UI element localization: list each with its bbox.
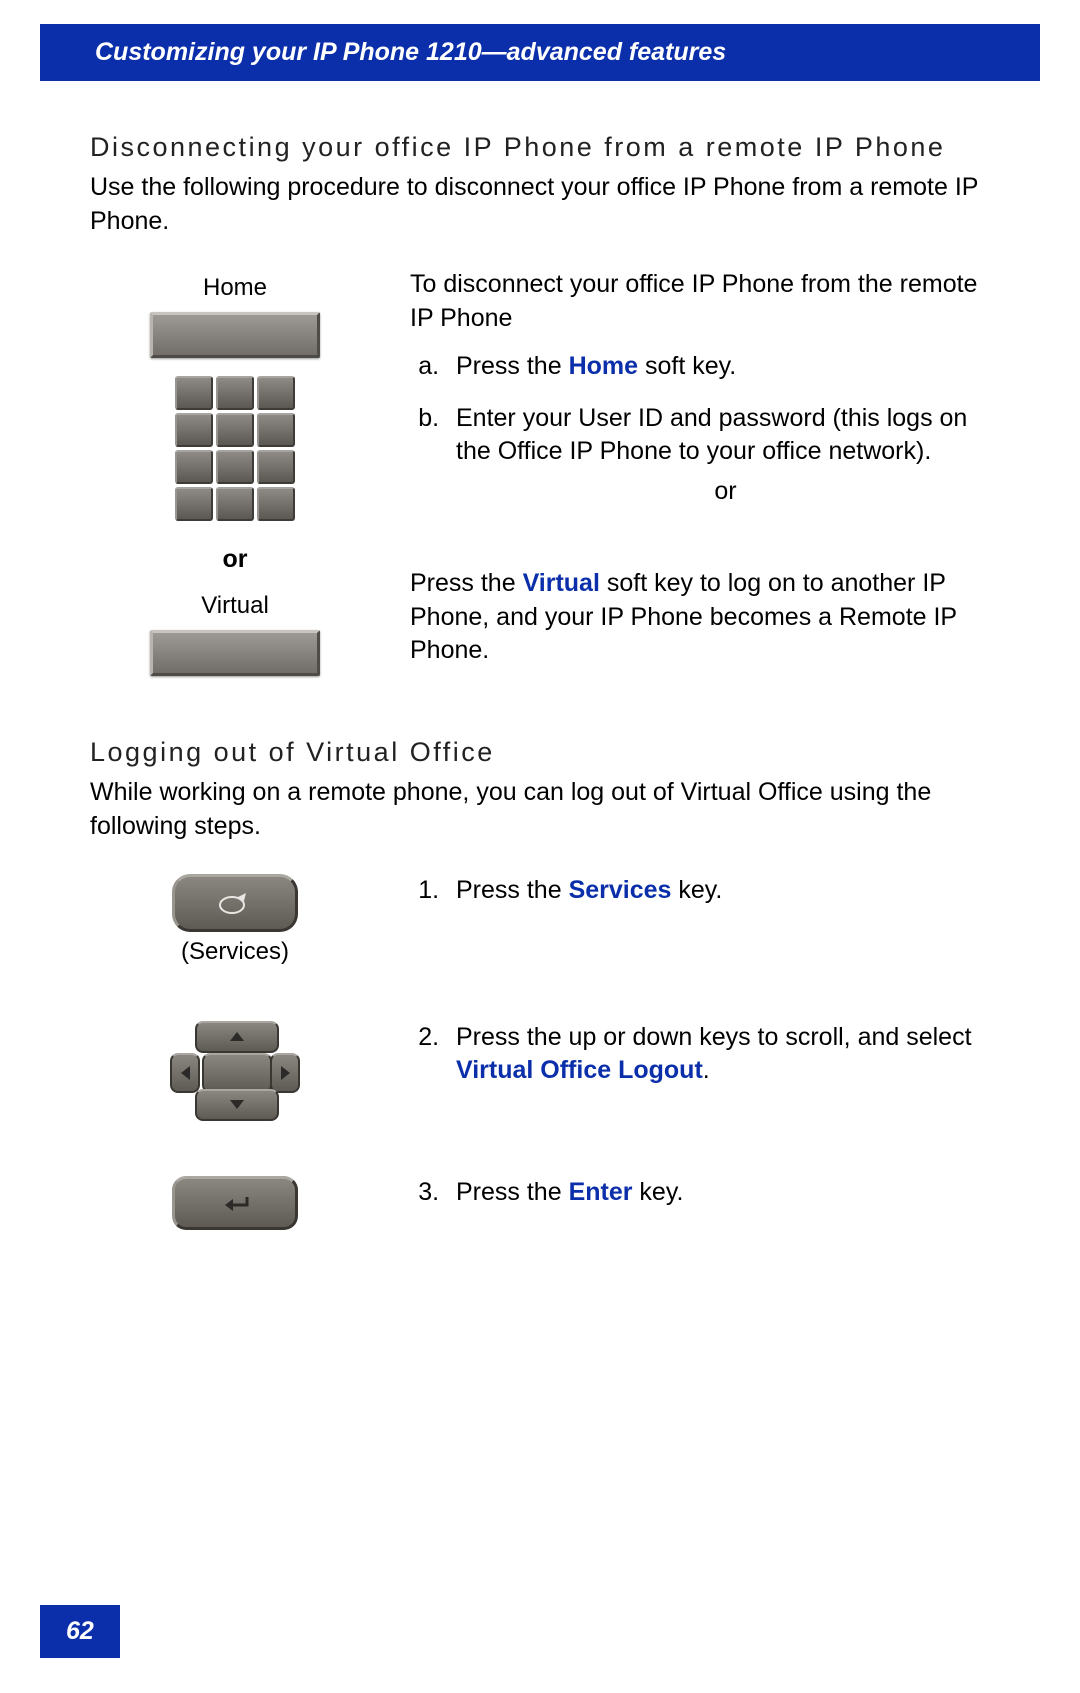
section1-right: To disconnect your office IP Phone from … [410,268,995,676]
section1-steps: Press the Home soft key. Enter your User… [410,350,995,509]
step2-left [90,1021,380,1121]
step-a: Press the Home soft key. [446,350,995,384]
section1-left: Home or Virtual [90,268,380,676]
virtual-keyword: Virtual [523,569,600,597]
step1-left: (Services) [90,874,380,966]
content: Disconnecting your office IP Phone from … [0,81,1080,1230]
section2: Logging out of Virtual Office While work… [90,736,995,1229]
step3-right: Press the Enter key. [410,1176,995,1210]
step1-row: (Services) Press the Services key. [90,874,995,966]
header-title: Customizing your IP Phone 1210—advanced … [40,38,1040,67]
step2-right: Press the up or down keys to scroll, and… [410,1021,995,1089]
page-number: 62 [40,1605,120,1658]
virtual-soft-key-icon [150,630,320,676]
enter-key-icon [172,1176,298,1230]
virtual-instruction: Press the Virtual soft key to log on to … [410,567,995,668]
home-label: Home [90,274,380,302]
section2-title: Logging out of Virtual Office [90,736,995,770]
section1-columns: Home or Virtual To disconnect your offic… [90,268,995,676]
home-soft-key-icon [150,312,320,358]
nav-cluster-icon [170,1021,300,1121]
or-label-left: or [90,545,380,574]
services-label: (Services) [90,938,380,966]
step3-row: Press the Enter key. [90,1176,995,1230]
section1-lead: To disconnect your office IP Phone from … [410,268,995,336]
or-label-right: or [456,475,995,509]
page: Customizing your IP Phone 1210—advanced … [0,24,1080,1693]
logout-keyword: Virtual Office Logout [456,1056,703,1084]
step1-right: Press the Services key. [410,874,995,908]
step-b: Enter your User ID and password (this lo… [446,402,995,509]
section1-title: Disconnecting your office IP Phone from … [90,131,995,165]
step3-left [90,1176,380,1230]
header-bar: Customizing your IP Phone 1210—advanced … [40,24,1040,81]
section1-intro: Use the following procedure to disconnec… [90,171,995,239]
section2-intro: While working on a remote phone, you can… [90,776,995,844]
virtual-label: Virtual [90,592,380,620]
keypad-icon [169,370,301,527]
home-keyword: Home [569,352,638,380]
enter-keyword: Enter [569,1178,633,1206]
services-keyword: Services [569,876,672,904]
services-key-icon [172,874,298,932]
step2-row: Press the up or down keys to scroll, and… [90,1021,995,1121]
